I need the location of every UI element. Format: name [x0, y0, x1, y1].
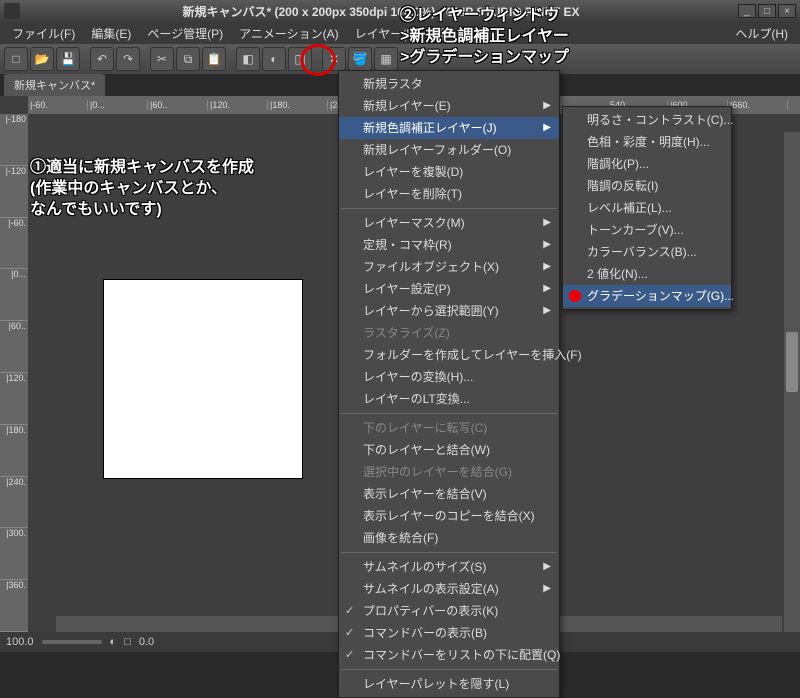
- menu-hide-palette[interactable]: レイヤーパレットを隠す(L): [339, 673, 559, 695]
- ruler-vertical: |-180|-120|-60.|0...|60..|120.|180.|240.…: [0, 114, 28, 632]
- layer-menu: 新規ラスタ 新規レイヤー(E)▶ 新規色調補正レイヤー(J)▶ 新規レイヤーフォ…: [338, 70, 560, 698]
- annotation-2: ②レイヤーウィンドウ >新規色調補正レイヤー >グラデーションマップ: [400, 6, 569, 68]
- submenu-gradient-map[interactable]: グラデーションマップ(G)...: [563, 285, 731, 307]
- zoom-slider[interactable]: [42, 640, 102, 644]
- menu-convert-layer[interactable]: レイヤーの変換(H)...: [339, 366, 559, 388]
- menu-rasterize: ラスタライズ(Z): [339, 322, 559, 344]
- menu-animation[interactable]: アニメーション(A): [231, 23, 347, 44]
- submenu-hue[interactable]: 色相・彩度・明度(H)...: [563, 131, 731, 153]
- submenu-levels[interactable]: レベル補正(L)...: [563, 197, 731, 219]
- toolbar-bucket-icon[interactable]: 🪣: [348, 47, 372, 71]
- document-tab[interactable]: 新規キャンバス*: [4, 74, 105, 96]
- scrollbar-vertical[interactable]: [784, 132, 800, 632]
- angle-icon: ◐: [110, 636, 117, 648]
- menu-duplicate-layer[interactable]: レイヤーを複製(D): [339, 161, 559, 183]
- toolbar-fill-icon[interactable]: ◧: [236, 47, 260, 71]
- angle-value: 0.0: [139, 636, 154, 648]
- toolbar-save-icon[interactable]: 💾: [56, 47, 80, 71]
- canvas[interactable]: [103, 279, 303, 479]
- menu-command-bar[interactable]: ✓コマンドバーの表示(B): [339, 622, 559, 644]
- menu-new-layer[interactable]: 新規レイヤー(E)▶: [339, 95, 559, 117]
- menu-create-folder-insert[interactable]: フォルダーを作成してレイヤーを挿入(F): [339, 344, 559, 366]
- angle-icon2: □: [124, 636, 131, 648]
- menu-delete-layer[interactable]: レイヤーを削除(T): [339, 183, 559, 205]
- submenu-binarize[interactable]: 2 値化(N)...: [563, 263, 731, 285]
- submenu-color-balance[interactable]: カラーバランス(B)...: [563, 241, 731, 263]
- close-button[interactable]: ×: [778, 4, 796, 18]
- toolbar-transform-icon[interactable]: ▦: [374, 47, 398, 71]
- annotation-circle: [300, 44, 336, 76]
- menu-file-object[interactable]: ファイルオブジェクト(X)▶: [339, 256, 559, 278]
- annotation-1: ①適当に新規キャンバスを作成 (作業中のキャンバスとか、 なんでもいいです): [30, 158, 254, 220]
- toolbar-copy-icon[interactable]: ⧉: [176, 47, 200, 71]
- menu-layer-settings[interactable]: レイヤー設定(P)▶: [339, 278, 559, 300]
- menu-merge-down[interactable]: 下のレイヤーと結合(W): [339, 439, 559, 461]
- submenu-brightness[interactable]: 明るさ・コントラスト(C)...: [563, 109, 731, 131]
- toolbar-cut-icon[interactable]: ✂: [150, 47, 174, 71]
- menu-lt-convert[interactable]: レイヤーのLT変換...: [339, 388, 559, 410]
- submenu-posterize[interactable]: 階調化(P)...: [563, 153, 731, 175]
- menu-property-bar[interactable]: ✓プロパティバーの表示(K): [339, 600, 559, 622]
- menu-flatten[interactable]: 画像を統合(F): [339, 527, 559, 549]
- submenu-curves[interactable]: トーンカーブ(V)...: [563, 219, 731, 241]
- menu-new-folder[interactable]: 新規レイヤーフォルダー(O): [339, 139, 559, 161]
- toolbar-redo-icon[interactable]: ↷: [116, 47, 140, 71]
- menu-separator: [341, 413, 557, 414]
- zoom-value: 100.0: [6, 636, 34, 648]
- menu-separator: [341, 669, 557, 670]
- menu-thumbnail-size[interactable]: サムネイルのサイズ(S)▶: [339, 556, 559, 578]
- menu-page[interactable]: ページ管理(P): [139, 23, 231, 44]
- menu-command-bar-position[interactable]: ✓コマンドバーをリストの下に配置(Q): [339, 644, 559, 666]
- red-dot-icon: [569, 290, 581, 302]
- minimize-button[interactable]: _: [738, 4, 756, 18]
- toolbar-undo-icon[interactable]: ↶: [90, 47, 114, 71]
- menu-help[interactable]: ヘルプ(H): [727, 23, 796, 44]
- menu-selection-from-layer[interactable]: レイヤーから選択範囲(Y)▶: [339, 300, 559, 322]
- menu-transfer-below: 下のレイヤーに転写(C): [339, 417, 559, 439]
- toolbar-new-icon[interactable]: □: [4, 47, 28, 71]
- toolbar-open-icon[interactable]: 📂: [30, 47, 54, 71]
- menu-new-raster[interactable]: 新規ラスタ: [339, 73, 559, 95]
- menu-edit[interactable]: 編集(E): [83, 23, 139, 44]
- menu-merge-selected: 選択中のレイヤーを結合(G): [339, 461, 559, 483]
- menu-merge-visible-copy[interactable]: 表示レイヤーのコピーを結合(X): [339, 505, 559, 527]
- maximize-button[interactable]: □: [758, 4, 776, 18]
- menu-merge-visible[interactable]: 表示レイヤーを結合(V): [339, 483, 559, 505]
- menu-new-adjustment-layer[interactable]: 新規色調補正レイヤー(J)▶: [339, 117, 559, 139]
- scrollbar-thumb[interactable]: [786, 332, 798, 392]
- toolbar-paste-icon[interactable]: 📋: [202, 47, 226, 71]
- window-title: 新規キャンバス* (200 x 200px 350dpi 100.0%) - C…: [24, 3, 738, 20]
- menu-separator: [341, 208, 557, 209]
- menu-ruler-frame[interactable]: 定規・コマ枠(R)▶: [339, 234, 559, 256]
- menu-separator: [341, 552, 557, 553]
- menu-file[interactable]: ファイル(F): [4, 23, 83, 44]
- adjustment-submenu: 明るさ・コントラスト(C)... 色相・彩度・明度(H)... 階調化(P)..…: [562, 106, 732, 310]
- menu-thumbnail-display[interactable]: サムネイルの表示設定(A)▶: [339, 578, 559, 600]
- toolbar-erase-icon[interactable]: ◐: [262, 47, 286, 71]
- app-icon: [4, 3, 20, 19]
- menu-layer-mask[interactable]: レイヤーマスク(M)▶: [339, 212, 559, 234]
- submenu-invert[interactable]: 階調の反転(I): [563, 175, 731, 197]
